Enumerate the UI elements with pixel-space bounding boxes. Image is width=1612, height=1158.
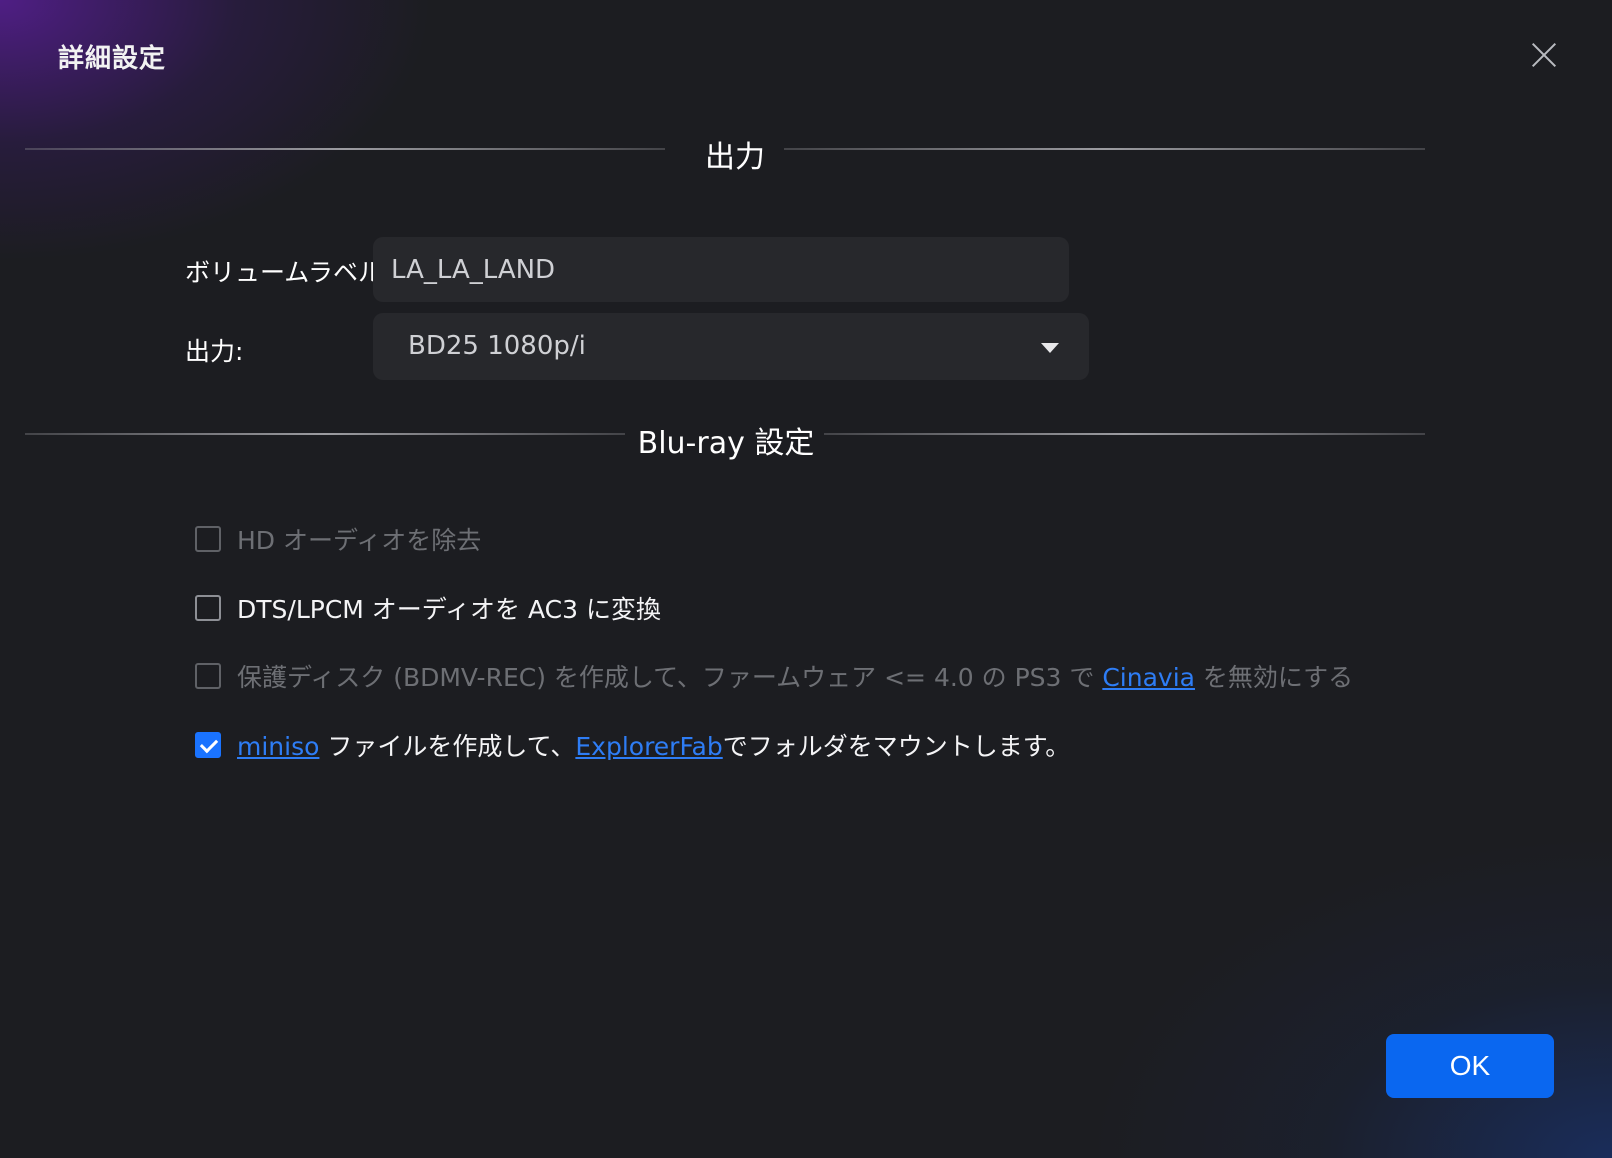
option-text-middle: ファイルを作成して、 xyxy=(319,732,576,761)
dialog-title: 詳細設定 xyxy=(58,44,167,74)
miniso-link[interactable]: miniso xyxy=(237,732,319,761)
close-icon[interactable] xyxy=(1527,38,1561,72)
section-title-output: 出力 xyxy=(705,140,765,175)
chevron-down-icon xyxy=(1041,343,1059,353)
section-divider-left xyxy=(25,433,625,435)
option-create-miniso: miniso ファイルを作成して、ExplorerFabでフォルダをマウントしま… xyxy=(195,725,1070,765)
convert-dts-lpcm-checkbox[interactable] xyxy=(195,595,221,621)
option-label: DTS/LPCM オーディオを AC3 に変換 xyxy=(237,595,661,624)
option-remove-hd-audio: HD オーディオを除去 xyxy=(195,519,481,559)
ok-button[interactable]: OK xyxy=(1386,1034,1554,1098)
create-miniso-checkbox[interactable] xyxy=(195,732,221,758)
explorerfab-link[interactable]: ExplorerFab xyxy=(575,732,722,761)
volume-label-input[interactable] xyxy=(373,237,1069,302)
output-select-value: BD25 1080p/i xyxy=(408,331,586,361)
option-label: HD オーディオを除去 xyxy=(237,526,482,555)
option-text-before: 保護ディスク (BDMV-REC) を作成して、ファームウェア <= 4.0 の… xyxy=(237,663,1103,692)
section-divider-right xyxy=(824,433,1425,435)
option-text-after: でフォルダをマウントします。 xyxy=(722,732,1071,761)
protected-disc-checkbox[interactable] xyxy=(195,663,221,689)
advanced-settings-dialog: 詳細設定 出力 ボリュームラベル: 出力: BD25 1080p/i Blu-r… xyxy=(0,0,1612,1158)
section-divider-right xyxy=(784,148,1425,150)
section-divider-left xyxy=(25,148,665,150)
option-text-after: を無効にする xyxy=(1194,663,1354,692)
output-label: 出力: xyxy=(185,337,244,366)
option-convert-dts-lpcm: DTS/LPCM オーディオを AC3 に変換 xyxy=(195,588,661,628)
volume-label-label: ボリュームラベル: xyxy=(185,258,392,287)
option-protected-disc: 保護ディスク (BDMV-REC) を作成して、ファームウェア <= 4.0 の… xyxy=(195,656,1353,696)
option-label: 保護ディスク (BDMV-REC) を作成して、ファームウェア <= 4.0 の… xyxy=(237,658,1353,694)
output-select[interactable]: BD25 1080p/i xyxy=(373,313,1089,380)
option-label: miniso ファイルを作成して、ExplorerFabでフォルダをマウントしま… xyxy=(237,727,1070,763)
remove-hd-audio-checkbox[interactable] xyxy=(195,526,221,552)
cinavia-link[interactable]: Cinavia xyxy=(1102,663,1195,692)
section-title-bluray: Blu-ray 設定 xyxy=(637,426,815,461)
